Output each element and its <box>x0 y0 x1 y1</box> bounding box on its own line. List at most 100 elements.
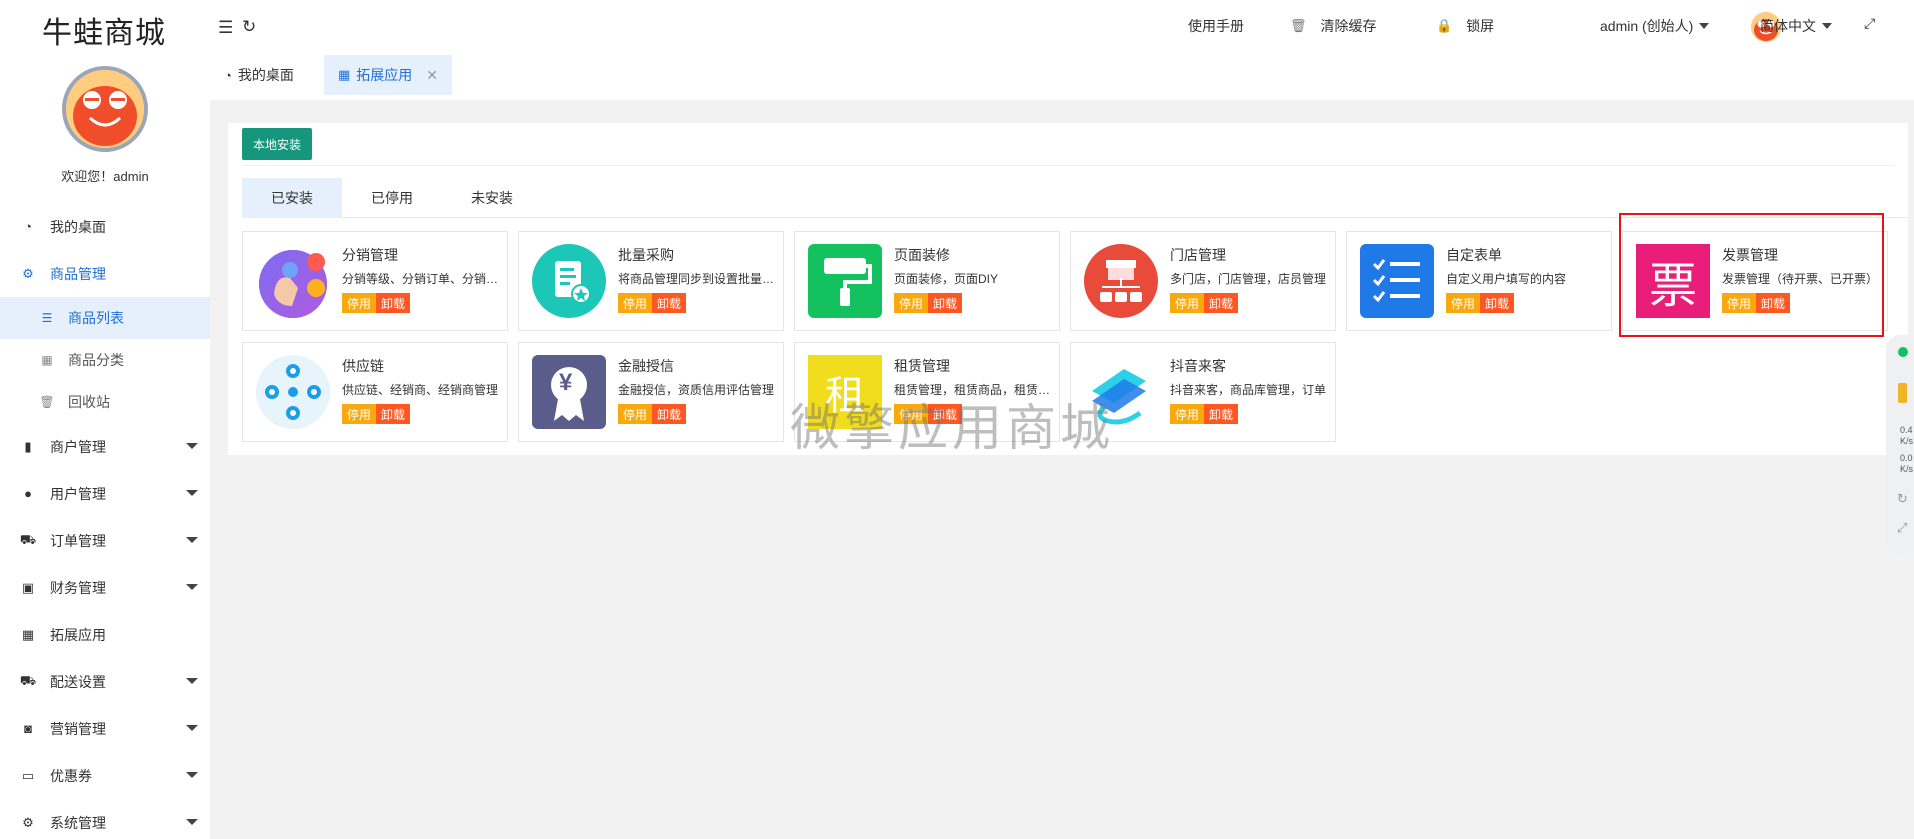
chevron-down-icon <box>1822 23 1832 29</box>
sidebar-item-marketing[interactable]: ◙ 营销管理 <box>0 705 210 752</box>
local-install-button[interactable]: 本地安装 <box>242 128 313 160</box>
close-icon[interactable]: ✕ <box>426 67 438 84</box>
stop-button[interactable]: 停用 <box>894 293 929 313</box>
fullscreen-icon[interactable]: ⤢ <box>1864 15 1875 32</box>
lock-screen-button[interactable]: 🔒 锁屏 <box>1436 16 1494 36</box>
sidebar-item-goods-list[interactable]: ☰ 商品列表 <box>0 297 210 339</box>
chevron-down-icon <box>186 725 198 731</box>
battery-icon <box>1898 383 1907 403</box>
list-icon: ☰ <box>41 311 53 325</box>
floating-toolbar[interactable]: 0.4 K/s 0.0 K/s ↻ ⤢ <box>1886 335 1914 553</box>
clear-cache-label: 清除缓存 <box>1320 18 1377 34</box>
language-select[interactable]: 简体中文 <box>1760 16 1832 36</box>
app-card-page-decoration[interactable]: 页面装修 页面装修，页面DIY 停用 卸载 <box>794 231 1060 331</box>
sidebar-item-label: 营销管理 <box>50 720 106 737</box>
distribution-icon <box>256 244 330 318</box>
install-status-tabs: 已安装 已停用 未安装 <box>242 178 1908 218</box>
uninstall-button[interactable]: 卸载 <box>652 293 687 313</box>
sidebar-item-apps[interactable]: ▦ 拓展应用 <box>0 611 210 658</box>
grid-icon: ▦ <box>41 353 53 367</box>
chevron-down-icon <box>186 443 198 449</box>
menu-collapse-icon[interactable]: ☰ <box>218 18 233 38</box>
stop-button[interactable]: 停用 <box>618 293 653 313</box>
refresh-icon[interactable]: ↻ <box>242 17 256 37</box>
app-desc: 页面装修，页面DIY <box>894 272 999 286</box>
building-icon: ▮ <box>24 438 32 454</box>
app-card-supply-chain[interactable]: 供应链 供应链、经销商、经销商管理 停用 卸载 <box>242 342 508 442</box>
sidebar-item-users[interactable]: ● 用户管理 <box>0 470 210 517</box>
stop-button[interactable]: 停用 <box>618 404 653 424</box>
uninstall-button[interactable]: 卸载 <box>376 404 411 424</box>
trash-icon: 🗑 <box>1290 18 1307 33</box>
sidebar-item-label: 商品列表 <box>68 310 124 326</box>
stop-button[interactable]: 停用 <box>1446 293 1481 313</box>
sidebar-item-label: 商户管理 <box>50 438 106 455</box>
sidebar-item-recycle[interactable]: 🗑 回收站 <box>0 381 210 423</box>
sidebar-item-merchant[interactable]: ▮ 商户管理 <box>0 423 210 470</box>
tab-label: 拓展应用 <box>356 67 413 83</box>
uninstall-button[interactable]: 卸载 <box>1204 404 1239 424</box>
marketing-icon: ◙ <box>24 721 32 736</box>
uninstall-button[interactable]: 卸载 <box>652 404 687 424</box>
user-menu[interactable]: admin (创始人) <box>1600 16 1710 36</box>
tab-label: 我的桌面 <box>237 67 294 83</box>
app-desc: 将商品管理同步到设置批量采购 <box>618 272 778 286</box>
sidebar-item-finance[interactable]: ▣ 财务管理 <box>0 564 210 611</box>
sidebar-item-goods[interactable]: ⚙ 商品管理 <box>0 250 210 297</box>
app-logo[interactable]: 牛蛙商城 <box>42 8 166 52</box>
app-card-finance-credit[interactable]: ¥ 金融授信 金融授信，资质信用评估管理 停用 卸载 <box>518 342 784 442</box>
speed-down-unit: K/s <box>1900 464 1914 474</box>
sidebar-item-orders[interactable]: ⛟ 订单管理 <box>0 517 210 564</box>
sidebar-item-label: 财务管理 <box>50 579 106 596</box>
settings-icon: ⚙ <box>22 814 34 830</box>
sidebar-item-coupon[interactable]: ▭ 优惠券 <box>0 752 210 799</box>
stop-button[interactable]: 停用 <box>1170 293 1205 313</box>
sidebar-item-dashboard[interactable]: ◔ 我的桌面 <box>0 203 210 250</box>
tab-disabled[interactable]: 已停用 <box>342 178 442 218</box>
app-name: 自定表单 <box>1446 247 1502 263</box>
sidebar-item-label: 用户管理 <box>50 485 106 502</box>
chevron-down-icon <box>186 537 198 543</box>
stop-button[interactable]: 停用 <box>342 404 377 424</box>
manual-link[interactable]: 使用手册 <box>1188 16 1244 36</box>
app-name: 门店管理 <box>1170 247 1226 263</box>
speed-up-unit: K/s <box>1900 436 1914 446</box>
tab-dashboard[interactable]: ◔ 我的桌面 <box>210 55 308 95</box>
dashboard-icon: ◔ <box>224 67 232 83</box>
sidebar-item-label: 配送设置 <box>50 673 106 690</box>
uninstall-button[interactable]: 卸载 <box>1480 293 1515 313</box>
app-card-bulk-purchase[interactable]: 批量采购 将商品管理同步到设置批量采购 停用 卸载 <box>518 231 784 331</box>
app-card-custom-form[interactable]: 自定表单 自定义用户填写的内容 停用 卸载 <box>1346 231 1612 331</box>
sidebar-item-system[interactable]: ⚙ 系统管理 <box>0 799 210 839</box>
sidebar-item-goods-category[interactable]: ▦ 商品分类 <box>0 339 210 381</box>
uninstall-button[interactable]: 卸载 <box>1204 293 1239 313</box>
lock-icon: 🔒 <box>1436 18 1453 33</box>
store-icon <box>1084 244 1158 318</box>
coupon-icon: ▭ <box>21 767 35 783</box>
clear-cache-button[interactable]: 🗑 清除缓存 <box>1290 16 1377 36</box>
app-card-store[interactable]: 门店管理 多门店，门店管理，店员管理 停用 卸载 <box>1070 231 1336 331</box>
refresh-icon[interactable]: ↻ <box>1897 491 1908 507</box>
uninstall-button[interactable]: 卸载 <box>376 293 411 313</box>
avatar[interactable] <box>62 66 148 152</box>
sidebar-item-delivery[interactable]: ⛟ 配送设置 <box>0 658 210 705</box>
dashboard-icon: ◔ <box>24 219 32 234</box>
chevron-down-icon <box>186 490 198 496</box>
paint-roller-icon <box>808 244 882 318</box>
stop-button[interactable]: 停用 <box>1170 404 1205 424</box>
app-card-distribution[interactable]: 分销管理 分销等级、分销订单、分销商管理 停用 卸载 <box>242 231 508 331</box>
tab-not-installed[interactable]: 未安装 <box>442 178 542 218</box>
tab-installed[interactable]: 已安装 <box>242 178 342 218</box>
app-desc: 抖音来客，商品库管理，订单 <box>1170 383 1327 397</box>
app-desc: 自定义用户填写的内容 <box>1446 272 1567 286</box>
app-name: 供应链 <box>342 358 384 374</box>
speed-down-value: 0.0 <box>1900 453 1913 463</box>
tab-extensions[interactable]: ▦ 拓展应用 ✕ <box>324 55 453 95</box>
top-bar: ☰ ↻ 使用手册 🗑 清除缓存 🔒 锁屏 admin (创始人) 简体中文 ⤢ <box>210 0 1914 55</box>
money-icon: ▣ <box>21 579 35 595</box>
app-name: 抖音来客 <box>1170 358 1226 374</box>
expand-icon[interactable]: ⤢ <box>1897 520 1907 536</box>
page-tabs: ◔ 我的桌面 ▦ 拓展应用 ✕ <box>210 55 1914 100</box>
uninstall-button[interactable]: 卸载 <box>928 293 963 313</box>
stop-button[interactable]: 停用 <box>342 293 377 313</box>
